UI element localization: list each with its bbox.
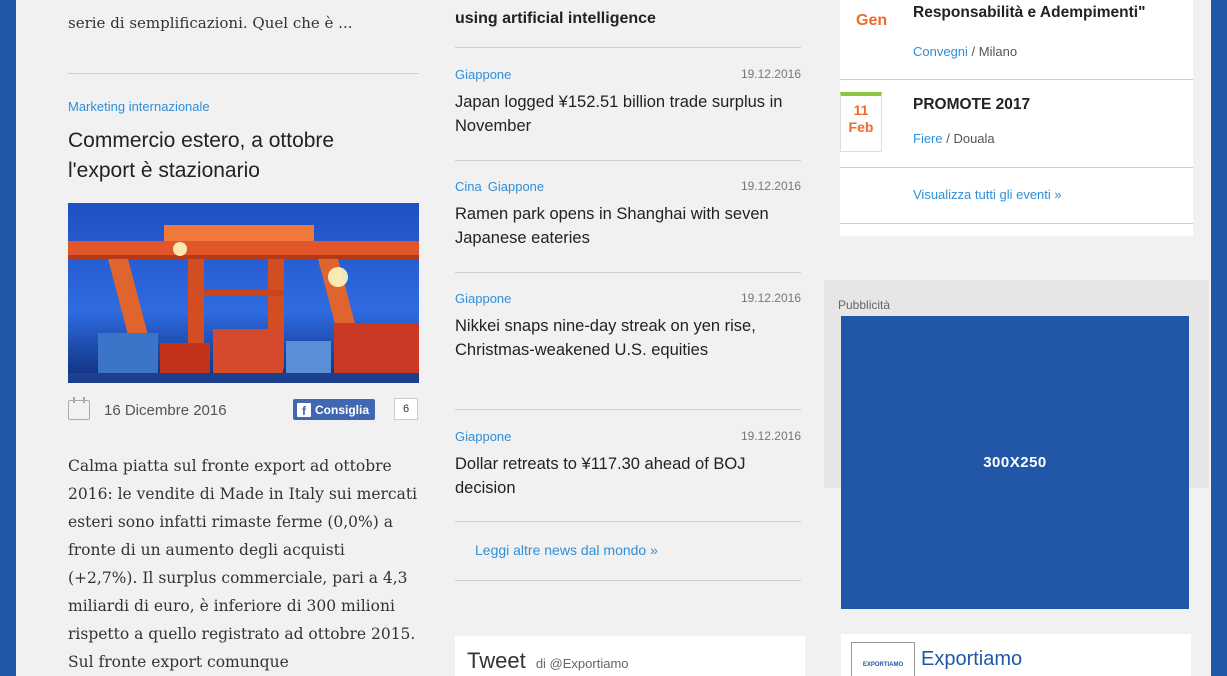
facebook-icon: f	[297, 402, 311, 417]
facebook-like-button[interactable]: f Consiglia	[293, 399, 376, 420]
news-category-link[interactable]: Giappone	[455, 291, 517, 306]
exportiamo-widget: EXPORTIAMO Exportiamo	[841, 634, 1191, 676]
news-title[interactable]: Nikkei snaps nine-day streak on yen rise…	[455, 314, 801, 362]
news-date: 19.12.2016	[740, 429, 801, 443]
facebook-like-count: 6	[394, 398, 418, 420]
port-crane-image	[68, 203, 419, 383]
facebook-like-label: Consiglia	[315, 402, 370, 417]
page: serie di semplificazioni. Quel che è ...…	[16, 0, 1211, 676]
divider	[68, 73, 419, 74]
news-item: Cina Giappone 19.12.2016 Ramen park opens…	[455, 179, 801, 250]
more-news-link[interactable]: Leggi altre news dal mondo »	[475, 542, 658, 558]
news-item: Giappone 19.12.2016 Japan logged ¥152.51…	[455, 67, 801, 138]
news-title[interactable]: Ramen park opens in Shanghai with seven …	[455, 202, 801, 250]
exportiamo-logo[interactable]: EXPORTIAMO	[851, 642, 915, 676]
article-body: Calma piatta sul fronte export ad ottobr…	[68, 457, 418, 671]
event-location: Fiere / Douala	[913, 131, 995, 146]
tweet-heading: Tweet	[467, 648, 526, 673]
divider	[455, 580, 801, 581]
event-date-month: Feb	[848, 119, 874, 135]
article-date: 16 Dicembre 2016	[104, 402, 227, 419]
exportiamo-name-link[interactable]: Exportiamo	[921, 648, 1022, 671]
ad-label: Pubblicità	[838, 298, 891, 312]
event-date-badge: 11 Feb	[840, 92, 882, 152]
tweet-handle-link[interactable]: di @Exportiamo	[536, 656, 629, 671]
news-item: Giappone 19.12.2016 Dollar retreats to ¥…	[455, 429, 801, 500]
news-date: 19.12.2016	[740, 67, 801, 81]
event-type-link[interactable]: Convegni	[913, 44, 968, 59]
event-type-link[interactable]: Fiere	[913, 131, 943, 146]
news-date: 19.12.2016	[740, 179, 801, 193]
divider	[455, 272, 801, 273]
all-events-link[interactable]: Visualizza tutti gli eventi »	[913, 187, 1062, 202]
article-meta: 16 Dicembre 2016 f Consiglia 6	[68, 396, 419, 424]
article-excerpt-top: serie di semplificazioni. Quel che è ...	[68, 14, 353, 32]
article-title[interactable]: Commercio estero, a ottobre l'export è s…	[68, 126, 398, 186]
divider	[455, 521, 801, 522]
divider	[455, 160, 801, 161]
news-title[interactable]: Dollar retreats to ¥117.30 ahead of BOJ …	[455, 452, 801, 500]
divider	[455, 47, 801, 48]
ad-banner[interactable]: 300X250	[841, 316, 1189, 609]
calendar-icon	[68, 397, 90, 420]
news-title[interactable]: Japan logged ¥152.51 billion trade surpl…	[455, 90, 801, 138]
twitter-widget: Tweet di @Exportiamo	[455, 636, 805, 676]
event-location: Convegni / Milano	[913, 44, 1018, 59]
news-date: 19.12.2016	[740, 291, 801, 305]
divider	[840, 167, 1193, 168]
divider	[840, 79, 1193, 80]
event-title[interactable]: Responsabilità e Adempimenti"	[913, 4, 1145, 22]
divider	[455, 409, 801, 410]
news-item: Giappone 19.12.2016 Nikkei snaps nine-da…	[455, 291, 801, 362]
news-category-link[interactable]: Cina Giappone	[455, 179, 550, 194]
category-link[interactable]: Marketing internazionale	[68, 99, 210, 114]
event-title[interactable]: PROMOTE 2017	[913, 96, 1030, 114]
news-title-partial[interactable]: using artificial intelligence	[455, 10, 801, 28]
event-date-month: Gen	[856, 12, 888, 29]
event-date-day: 11	[853, 102, 869, 118]
news-category-link[interactable]: Giappone	[455, 67, 517, 82]
divider	[840, 223, 1193, 224]
news-category-link[interactable]: Giappone	[455, 429, 517, 444]
article-image[interactable]	[68, 203, 419, 383]
